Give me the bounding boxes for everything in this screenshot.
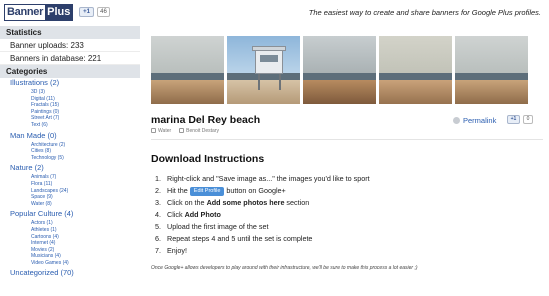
subcategory-link[interactable]: Internet (4) [31,240,140,247]
category-link[interactable]: Uncategorized (70) [10,268,140,279]
banner-image-2[interactable] [227,36,300,104]
category-group: Popular Culture (4) Actors (1) Athletes (1… [0,209,140,268]
link-icon [453,117,460,124]
subcategory-link[interactable]: Athletes (1) [31,227,140,234]
banner-thumbnails [151,36,528,104]
subcategory-link[interactable]: Water (8) [31,201,140,208]
divider [151,139,543,140]
logo-part2: Plus [45,5,73,20]
permalink-link[interactable]: Permalink [453,116,496,125]
main-content: marina Del Rey beach Water Benoit Destar… [147,26,549,296]
subcategory-link[interactable]: Movies (2) [31,247,140,254]
download-instructions-heading: Download Instructions [151,153,265,165]
step-5: 5. Upload the first image of the set [155,222,269,231]
plus-one-count: 46 [97,7,110,17]
subcategory-link[interactable]: Animals (7) [31,174,140,181]
banner-image-5[interactable] [455,36,528,104]
subcategory-link[interactable]: 3D (3) [31,89,140,96]
subcategory-link[interactable]: Actors (1) [31,220,140,227]
banner-image-3[interactable] [303,36,376,104]
subcategory-link[interactable]: Cities (8) [31,148,140,155]
subcategory-link[interactable]: Musicians (4) [31,253,140,260]
subcategory-link[interactable]: Fractals (15) [31,102,140,109]
category-group: Illustrations (2) 3D (3) Digital (11) Fract… [0,78,140,131]
subcategory-link[interactable]: Cartoons (4) [31,234,140,241]
edit-profile-button[interactable]: Edit Profile [189,187,225,196]
statistics-heading: Statistics [0,26,140,39]
site-logo[interactable]: Banner Plus [4,4,74,21]
banner-plus-one-button[interactable]: +1 [507,115,520,124]
user-icon [179,128,185,134]
subcategory-link[interactable]: Text (6) [31,122,140,129]
subcategory-list: 3D (3) Digital (11) Fractals (15) Paintings… [10,89,140,129]
category-group: Uncategorized (70) [0,268,140,281]
subcategory-list: Animals (7) Flora (11) Landscapes (24) Spac… [10,174,140,207]
category-group: Nature (2) Animals (7) Flora (11) Landscape… [0,163,140,209]
banner-tags: Water Benoit Destary [151,128,219,134]
instruction-steps: 1. Right-click and "Save image as..." the… [155,173,535,257]
categories-heading: Categories [0,65,140,78]
tag-water[interactable]: Water [151,128,171,134]
step-2: 2. Hit the Edit Profile button on Google+ [155,186,286,196]
category-group: Man Made (0) Architecture (2) Cities (8) Te… [0,131,140,164]
logo-part1: Banner [5,5,46,20]
subcategory-link[interactable]: Street Art (7) [31,115,140,122]
step-3: 3. Click on the Add some photos here sect… [155,198,310,207]
subcategory-link[interactable]: Flora (11) [31,181,140,188]
google-plus-one-button[interactable]: +1 [79,7,94,17]
step-6: 6. Repeat steps 4 and 5 until the set is … [155,234,313,243]
banner-image-1[interactable] [151,36,224,104]
sidebar: Statistics Banner uploads: 233 Banners i… [0,26,140,296]
category-link[interactable]: Man Made (0) [10,131,140,142]
step-4: 4. Click Add Photo [155,210,221,219]
banner-image-4[interactable] [379,36,452,104]
tagline: The easiest way to create and share bann… [308,8,541,17]
subcategory-link[interactable]: Space (9) [31,194,140,201]
step-7: 7. Enjoy! [155,246,187,255]
category-link[interactable]: Nature (2) [10,163,140,174]
category-link[interactable]: Illustrations (2) [10,78,140,89]
header: Banner Plus +1 46 The easiest way to cre… [0,0,549,26]
subcategory-list: Actors (1) Athletes (1) Cartoons (4) Intern… [10,220,140,266]
tag-icon [151,128,156,134]
category-list: Illustrations (2) 3D (3) Digital (11) Fract… [0,78,140,281]
subcategory-link[interactable]: Technology (5) [31,155,140,162]
subcategory-link[interactable]: Video Games (4) [31,260,140,267]
subcategory-link[interactable]: Paintings (0) [31,109,140,116]
tag-author[interactable]: Benoit Destary [179,128,219,134]
stat-banners-in-database: Banners in database: 221 [0,52,140,65]
footer-note: Once Google+ allows developers to play a… [151,265,418,271]
category-link[interactable]: Popular Culture (4) [10,209,140,220]
subcategory-link[interactable]: Landscapes (24) [31,188,140,195]
subcategory-link[interactable]: Digital (11) [31,96,140,103]
subcategory-link[interactable]: Architecture (2) [31,142,140,149]
step-1: 1. Right-click and "Save image as..." the… [155,174,370,183]
banner-title: marina Del Rey beach [151,114,261,126]
subcategory-list: Architecture (2) Cities (8) Technology (5) [10,142,140,162]
stat-banner-uploads: Banner uploads: 233 [0,39,140,52]
banner-plus-one-count: 0 [523,115,533,124]
